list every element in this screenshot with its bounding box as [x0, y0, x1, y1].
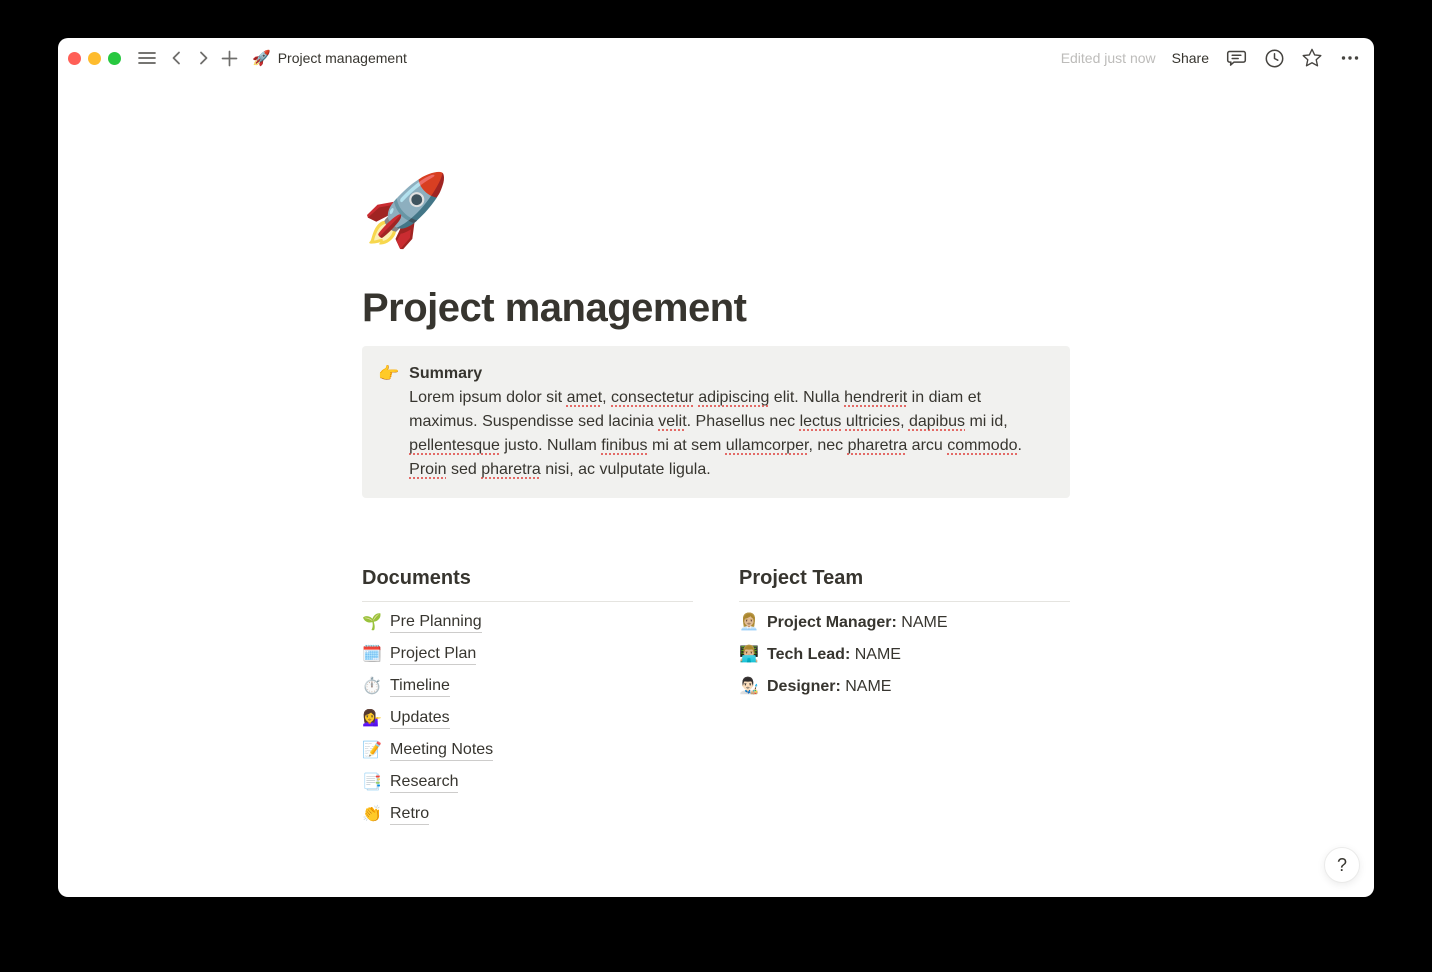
new-page-button[interactable] [218, 47, 240, 69]
doc-title: Project management [278, 50, 407, 66]
team-member-tech-lead: 👨🏼‍💻 Tech Lead: NAME [739, 639, 1070, 671]
sidebar-toggle-button[interactable] [136, 47, 158, 69]
hamburger-icon [138, 51, 156, 65]
titlebar: 🚀 Project management Edited just now Sha… [58, 38, 1374, 78]
minimize-button[interactable] [88, 52, 101, 65]
doc-link-label: Retro [390, 805, 429, 825]
team-heading: Project Team [739, 564, 1070, 592]
doc-link-label: Pre Planning [390, 613, 482, 633]
clapping-hands-icon: 👏 [362, 807, 382, 823]
history-button[interactable] [1263, 47, 1285, 69]
woman-office-worker-icon: 👩🏼‍💼 [739, 615, 759, 631]
callout-title: Summary [409, 362, 1039, 386]
man-artist-icon: 👨🏻‍🎨 [739, 679, 759, 695]
doc-rocket-icon: 🚀 [252, 51, 271, 66]
doc-link-label: Project Plan [390, 645, 476, 665]
doc-link-meeting-notes[interactable]: 📝 Meeting Notes [362, 735, 693, 767]
team-member-project-manager: 👩🏼‍💼 Project Manager: NAME [739, 607, 1070, 639]
team-divider [739, 601, 1070, 602]
doc-link-research[interactable]: 📑 Research [362, 767, 693, 799]
nav-buttons [166, 47, 240, 69]
stopwatch-icon: ⏱️ [362, 679, 382, 695]
clock-icon [1264, 48, 1285, 69]
page-scroll-area: 🚀 Project management 👉 Summary Lorem ips… [58, 78, 1374, 897]
star-icon [1301, 47, 1323, 69]
comment-icon [1226, 48, 1247, 69]
person-tipping-hand-icon: 💁‍♀️ [362, 711, 382, 727]
share-button[interactable]: Share [1172, 50, 1209, 66]
documents-heading: Documents [362, 564, 693, 592]
plus-icon [221, 50, 238, 67]
app-window: 🚀 Project management Edited just now Sha… [58, 38, 1374, 897]
close-button[interactable] [68, 52, 81, 65]
doc-link-project-plan[interactable]: 🗓️ Project Plan [362, 639, 693, 671]
team-role-label: Tech Lead: [767, 646, 850, 663]
favorite-button[interactable] [1301, 47, 1323, 69]
pointing-hand-icon: 👉 [378, 362, 399, 386]
back-button[interactable] [166, 47, 188, 69]
team-member-name: NAME [845, 678, 891, 695]
bookmark-tabs-icon: 📑 [362, 775, 382, 791]
zoom-button[interactable] [108, 52, 121, 65]
doc-link-label: Meeting Notes [390, 741, 493, 761]
team-role-label: Project Manager: [767, 614, 897, 631]
comments-button[interactable] [1225, 47, 1247, 69]
breadcrumb[interactable]: 🚀 Project management [252, 50, 407, 66]
man-technologist-icon: 👨🏼‍💻 [739, 647, 759, 663]
doc-link-pre-planning[interactable]: 🌱 Pre Planning [362, 607, 693, 639]
doc-link-label: Research [390, 773, 458, 793]
memo-icon: 📝 [362, 743, 382, 759]
page-title: Project management [362, 284, 1070, 332]
doc-link-retro[interactable]: 👏 Retro [362, 799, 693, 831]
team-member-name: NAME [901, 614, 947, 631]
doc-link-label: Timeline [390, 677, 450, 697]
two-column-layout: Documents 🌱 Pre Planning 🗓️ Project Plan [362, 564, 1070, 831]
ellipsis-icon [1340, 48, 1360, 68]
chevron-right-icon [195, 50, 211, 66]
team-list: 👩🏼‍💼 Project Manager: NAME 👨🏼‍💻 Tech Lea… [739, 607, 1070, 703]
callout-body: Summary Lorem ipsum dolor sit amet, cons… [409, 362, 1039, 482]
forward-button[interactable] [192, 47, 214, 69]
callout-text: Lorem ipsum dolor sit amet, consectetur … [409, 386, 1039, 482]
edited-status: Edited just now [1061, 50, 1156, 66]
team-member-designer: 👨🏻‍🎨 Designer: NAME [739, 671, 1070, 703]
documents-column: Documents 🌱 Pre Planning 🗓️ Project Plan [362, 564, 693, 831]
documents-divider [362, 601, 693, 602]
doc-link-timeline[interactable]: ⏱️ Timeline [362, 671, 693, 703]
help-button[interactable]: ? [1324, 847, 1360, 883]
seedling-icon: 🌱 [362, 615, 382, 631]
doc-link-updates[interactable]: 💁‍♀️ Updates [362, 703, 693, 735]
more-button[interactable] [1339, 47, 1361, 69]
documents-list: 🌱 Pre Planning 🗓️ Project Plan ⏱️ Timeli… [362, 607, 693, 831]
calendar-icon: 🗓️ [362, 647, 382, 663]
team-role-label: Designer: [767, 678, 841, 695]
summary-callout: 👉 Summary Lorem ipsum dolor sit amet, co… [362, 346, 1070, 498]
chevron-left-icon [169, 50, 185, 66]
team-column: Project Team 👩🏼‍💼 Project Manager: NAME … [739, 564, 1070, 831]
team-member-name: NAME [855, 646, 901, 663]
titlebar-right: Edited just now Share [1061, 47, 1361, 69]
traffic-lights [68, 52, 121, 65]
page: 🚀 Project management 👉 Summary Lorem ips… [362, 78, 1070, 831]
page-rocket-icon[interactable]: 🚀 [362, 170, 442, 250]
doc-link-label: Updates [390, 709, 450, 729]
question-mark-icon: ? [1337, 855, 1347, 876]
